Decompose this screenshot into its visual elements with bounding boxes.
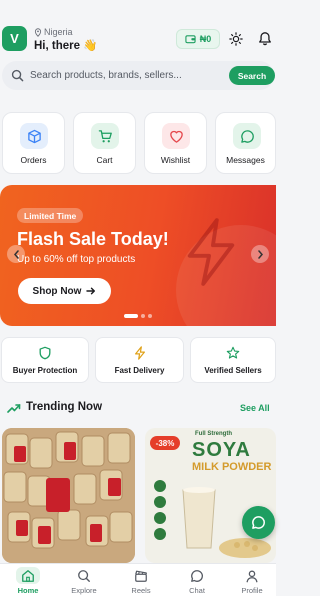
product-card[interactable]: -38% Full Strength SOYA MILK POWDER — [145, 428, 276, 563]
banner-subtitle: Up to 60% off top products — [17, 254, 136, 265]
box-icon — [27, 129, 41, 143]
chat-bubble-icon — [240, 129, 254, 143]
qicon-bg — [162, 123, 190, 149]
location-pin-icon — [34, 27, 42, 37]
chat-bubble-icon — [191, 570, 203, 582]
home-icon — [22, 570, 34, 582]
feature-label: Verified Sellers — [204, 366, 262, 375]
tab-reels[interactable]: Reels — [121, 567, 161, 596]
carousel-prev-button[interactable] — [7, 245, 25, 263]
carousel-dots — [124, 314, 152, 318]
limited-time-badge: Limited Time — [17, 208, 84, 223]
tab-explore[interactable]: Explore — [64, 567, 104, 596]
tab-profile[interactable]: Profile — [232, 567, 272, 596]
feature-fast-delivery: Fast Delivery — [95, 337, 184, 383]
qicon-bg — [233, 123, 261, 149]
wallet-icon — [185, 35, 196, 44]
tab-label: Reels — [131, 586, 151, 595]
quick-action-wishlist[interactable]: Wishlist — [144, 112, 207, 174]
location-text: Nigeria — [44, 27, 73, 37]
tab-label: Home — [17, 586, 39, 595]
discount-badge: -38% — [150, 436, 180, 450]
qicon-bg — [91, 123, 119, 149]
chevron-right-icon — [257, 249, 263, 259]
feature-label: Buyer Protection — [12, 366, 78, 375]
qicon-bg — [20, 123, 48, 149]
product-name-line1: SOYA — [192, 439, 251, 461]
carousel-dot[interactable] — [141, 314, 145, 318]
search-icon — [11, 69, 24, 82]
tab-label: Explore — [71, 586, 97, 595]
floating-chat-button[interactable] — [242, 506, 275, 539]
see-all-link[interactable]: See All — [240, 403, 270, 413]
lightning-icon — [134, 346, 145, 360]
quick-action-label: Cart — [96, 155, 113, 165]
product-card[interactable] — [2, 428, 135, 563]
search-icon — [78, 570, 90, 582]
heart-icon — [169, 130, 183, 143]
avatar[interactable]: V — [2, 26, 27, 51]
flash-sale-banner[interactable]: Limited Time Flash Sale Today! Up to 60%… — [0, 185, 276, 326]
clapperboard-icon — [135, 570, 147, 582]
quick-actions: Orders Cart Wishlist Messages — [0, 112, 276, 174]
tab-home[interactable]: Home — [8, 567, 48, 596]
bottom-tab-bar: Home Explore Reels Chat Profile — [0, 563, 276, 596]
cart-icon — [98, 129, 112, 142]
packaged-snacks-image — [2, 428, 135, 563]
trending-header: Trending Now See All — [0, 400, 276, 416]
sun-icon[interactable] — [229, 32, 243, 46]
trending-up-icon — [7, 404, 21, 413]
lightning-icon — [187, 218, 235, 286]
wallet-button[interactable]: ₦0 — [176, 29, 220, 49]
bell-icon[interactable] — [258, 31, 272, 46]
feature-buyer-protection: Buyer Protection — [1, 337, 89, 383]
feature-verified-sellers: Verified Sellers — [190, 337, 276, 383]
feature-label: Fast Delivery — [114, 366, 165, 375]
search-bar: Search — [2, 61, 275, 90]
product-name-line2: MILK POWDER — [192, 461, 272, 473]
carousel-dot[interactable] — [148, 314, 152, 318]
shop-now-label: Shop Now — [32, 285, 82, 297]
banner-title: Flash Sale Today! — [17, 229, 169, 249]
carousel-dot[interactable] — [124, 314, 138, 318]
chat-bubble-icon — [252, 516, 265, 529]
tab-label: Chat — [189, 586, 205, 595]
location-label[interactable]: Nigeria — [34, 27, 73, 37]
trending-title: Trending Now — [26, 401, 103, 413]
quick-action-orders[interactable]: Orders — [2, 112, 65, 174]
quick-action-label: Messages — [226, 155, 265, 165]
star-icon — [226, 346, 240, 359]
greeting: Hi, there 👋 — [34, 40, 98, 52]
shop-now-button[interactable]: Shop Now — [18, 278, 111, 304]
search-button[interactable]: Search — [229, 66, 275, 85]
trust-features: Buyer Protection Fast Delivery Verified … — [0, 337, 276, 383]
shield-icon — [39, 346, 51, 360]
status-bar — [0, 0, 276, 10]
arrow-right-icon — [86, 287, 96, 295]
tab-label: Profile — [241, 586, 263, 595]
user-icon — [246, 570, 258, 583]
product-row: -38% Full Strength SOYA MILK POWDER — [0, 428, 276, 563]
chevron-left-icon — [13, 249, 19, 259]
search-input[interactable] — [30, 66, 200, 85]
quick-action-cart[interactable]: Cart — [73, 112, 136, 174]
quick-action-label: Orders — [20, 155, 47, 165]
top-header: V Nigeria Hi, there 👋 ₦0 — [0, 26, 276, 54]
quick-action-messages[interactable]: Messages — [215, 112, 276, 174]
quick-action-label: Wishlist — [160, 155, 191, 165]
wallet-balance: ₦0 — [199, 34, 212, 44]
tab-chat[interactable]: Chat — [177, 567, 217, 596]
product-brand-tag: Full Strength — [195, 431, 232, 437]
carousel-next-button[interactable] — [251, 245, 269, 263]
